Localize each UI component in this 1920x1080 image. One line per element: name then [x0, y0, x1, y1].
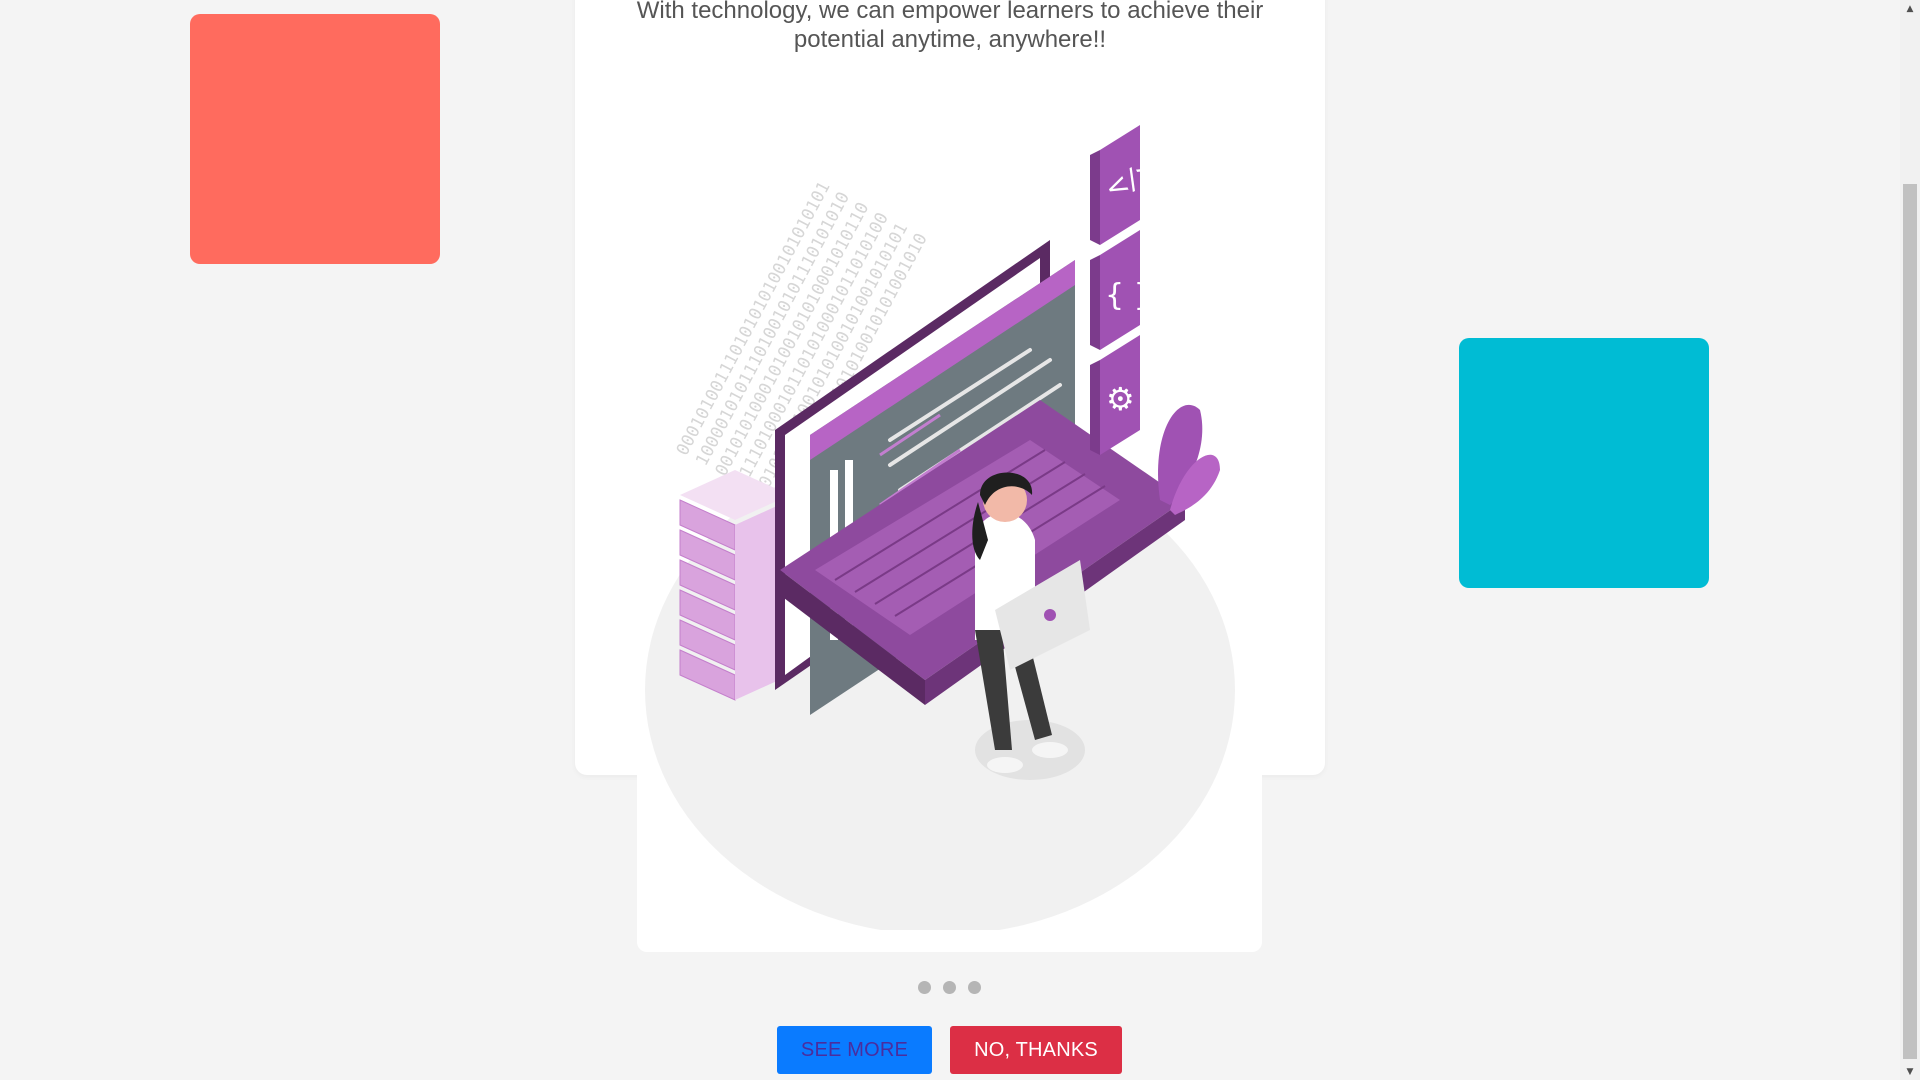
vertical-scrollbar[interactable]: ▲ ▼: [1900, 0, 1920, 1080]
card-tagline: With technology, we can empower learners…: [636, 0, 1264, 53]
carousel-dot-1[interactable]: [917, 981, 931, 994]
scroll-down-arrow-icon[interactable]: ▼: [1900, 1063, 1920, 1080]
carousel-indicators: [0, 981, 1920, 995]
svg-text:⚙: ⚙: [1106, 380, 1135, 418]
scroll-up-arrow-icon[interactable]: ▲: [1900, 0, 1920, 17]
no-thanks-button[interactable]: NO, THANKS: [950, 1026, 1122, 1074]
decorative-red-square: [190, 14, 440, 264]
scrollbar-thumb[interactable]: [1903, 184, 1917, 1059]
carousel-dot-2[interactable]: [942, 981, 956, 994]
see-more-button[interactable]: SEE MORE: [777, 1026, 932, 1074]
carousel-dot-3[interactable]: [967, 981, 981, 994]
svg-text:{ }: { }: [1105, 278, 1153, 313]
developer-laptop-illustration: 000101001110101010100101010101 100001010…: [645, 125, 1235, 930]
decorative-cyan-square: [1459, 338, 1709, 588]
